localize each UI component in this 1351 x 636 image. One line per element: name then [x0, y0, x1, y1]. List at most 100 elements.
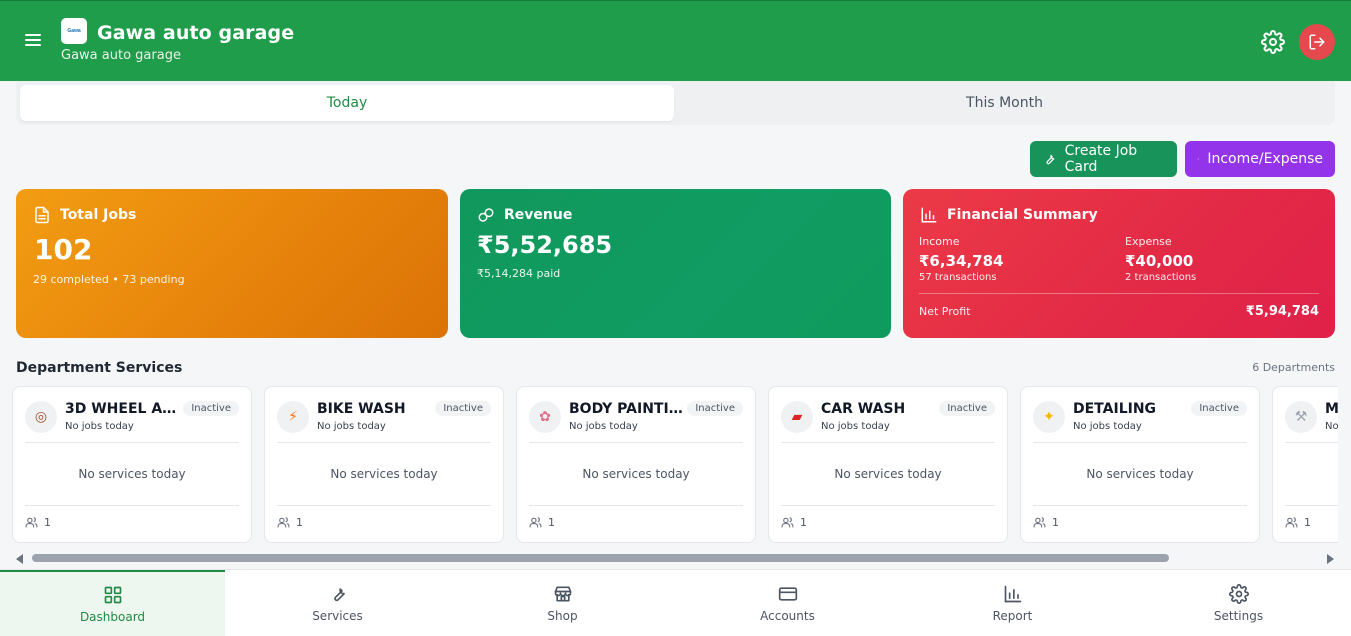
department-jobs: No jobs today: [317, 421, 386, 432]
nav-shop-label: Shop: [547, 609, 578, 623]
scrollbar-thumb[interactable]: [32, 554, 1169, 562]
expense-value: ₹40,000: [1125, 252, 1194, 270]
department-name: BIKE WASH: [317, 401, 406, 417]
users-icon: [529, 517, 542, 528]
net-profit-label: Net Profit: [919, 305, 971, 318]
department-empty-text: No services today: [582, 467, 690, 481]
revenue-card[interactable]: Revenue ₹5,52,685 ₹5,14,284 paid: [460, 189, 891, 338]
department-users: 1: [1033, 516, 1059, 529]
nav-accounts[interactable]: Accounts: [675, 570, 900, 636]
income-expense-label: Income/Expense: [1207, 151, 1323, 167]
department-jobs: No jobs today: [821, 421, 890, 432]
menu-icon[interactable]: [22, 31, 46, 51]
nav-report-label: Report: [992, 609, 1033, 623]
department-divider: [1033, 505, 1247, 506]
palette-icon: ✿: [529, 401, 561, 433]
link-icon: [478, 208, 494, 222]
department-empty-text: No services today: [78, 467, 186, 481]
nav-report[interactable]: Report: [900, 570, 1125, 636]
department-jobs: No jobs today: [1073, 421, 1142, 432]
plus-icon: [1197, 158, 1199, 160]
tab-today[interactable]: Today: [20, 85, 674, 121]
department-users: 1: [781, 516, 807, 529]
department-card[interactable]: ▰ CAR WASH No jobs today Inactive No ser…: [768, 386, 1008, 543]
department-jobs: No jobs today: [65, 421, 134, 432]
nav-settings[interactable]: Settings: [1126, 570, 1351, 636]
department-divider: [277, 442, 491, 443]
app-subtitle: Gawa auto garage: [61, 48, 181, 63]
scroll-right-icon[interactable]: [1327, 554, 1334, 564]
nav-settings-label: Settings: [1213, 609, 1264, 623]
wrench-icon: [1046, 154, 1055, 165]
department-divider: [25, 505, 239, 506]
bar-chart-icon: [921, 207, 937, 223]
nav-accounts-label: Accounts: [760, 609, 815, 623]
net-profit-value: ₹5,94,784: [1245, 304, 1319, 319]
tab-this-month[interactable]: This Month: [678, 85, 1331, 121]
department-user-count: 1: [296, 516, 303, 529]
total-jobs-card[interactable]: Total Jobs 102 29 completed • 73 pending: [16, 189, 448, 338]
department-card[interactable]: ⚡ BIKE WASH No jobs today Inactive No se…: [264, 386, 504, 543]
app-title: Gawa auto garage: [97, 22, 295, 44]
financial-summary-title: Financial Summary: [947, 207, 1098, 223]
bottom-navigation: Dashboard Services Shop Accounts Report …: [0, 569, 1351, 636]
department-services-title: Department Services: [16, 360, 183, 376]
expense-label: Expense: [1125, 235, 1172, 248]
department-user-count: 1: [548, 516, 555, 529]
department-name: M: [1325, 401, 1338, 417]
status-badge: Inactive: [435, 401, 491, 416]
department-card[interactable]: ◎ 3D WHEEL ALIG... No jobs today Inactiv…: [12, 386, 252, 543]
department-carousel[interactable]: ◎ 3D WHEEL ALIG... No jobs today Inactiv…: [12, 386, 1338, 544]
logout-button[interactable]: [1299, 24, 1335, 60]
create-job-card-button[interactable]: Create Job Card: [1030, 141, 1177, 177]
financial-divider: [919, 293, 1319, 294]
income-value: ₹6,34,784: [919, 252, 1004, 270]
department-card[interactable]: ✦ DETAILING No jobs today Inactive No se…: [1020, 386, 1260, 543]
scroll-left-icon[interactable]: [16, 554, 23, 564]
nav-dashboard-label: Dashboard: [79, 610, 146, 624]
users-icon: [277, 517, 290, 528]
department-divider: [1285, 442, 1338, 443]
department-users: 1: [277, 516, 303, 529]
department-divider: [1033, 442, 1247, 443]
nav-dashboard[interactable]: Dashboard: [0, 570, 225, 636]
department-name: 3D WHEEL ALIG...: [65, 401, 183, 417]
department-glyph: ✦: [1043, 409, 1055, 425]
department-divider: [1285, 505, 1338, 506]
settings-gear-icon[interactable]: [1261, 30, 1285, 54]
department-user-count: 1: [800, 516, 807, 529]
income-expense-button[interactable]: Income/Expense: [1185, 141, 1335, 177]
status-badge: Inactive: [939, 401, 995, 416]
department-jobs: No: [1325, 421, 1338, 432]
department-glyph: ⚡: [288, 409, 298, 425]
card-icon: [778, 587, 797, 601]
department-users: 1: [529, 516, 555, 529]
wheel-icon: ◎: [25, 401, 57, 433]
app-logo: Gawa: [61, 18, 87, 44]
financial-summary-card[interactable]: Financial Summary Income ₹6,34,784 57 tr…: [903, 189, 1335, 338]
department-card[interactable]: ⚒ M No 1: [1272, 386, 1338, 543]
revenue-title: Revenue: [504, 207, 573, 223]
revenue-detail: ₹5,14,284 paid: [477, 267, 561, 280]
department-divider: [529, 505, 743, 506]
department-user-count: 1: [1052, 516, 1059, 529]
department-glyph: ◎: [34, 409, 48, 425]
department-divider: [25, 442, 239, 443]
department-user-count: 1: [1304, 516, 1311, 529]
department-scrollbar[interactable]: [12, 551, 1338, 565]
department-divider: [529, 442, 743, 443]
total-jobs-value: 102: [34, 233, 93, 266]
income-label: Income: [919, 235, 960, 248]
department-card[interactable]: ✿ BODY PAINTING No jobs today Inactive N…: [516, 386, 756, 543]
create-job-card-label: Create Job Card: [1064, 143, 1138, 175]
income-transactions: 57 transactions: [919, 272, 997, 283]
period-tabs: Today This Month: [16, 81, 1335, 125]
nav-services-label: Services: [312, 609, 363, 623]
nav-services[interactable]: Services: [225, 570, 450, 636]
car-icon: ▰: [781, 401, 813, 433]
department-users: 1: [1285, 516, 1311, 529]
wrench-icon: [333, 588, 345, 602]
logo-text: Gawa: [67, 27, 81, 34]
nav-shop[interactable]: Shop: [450, 570, 675, 636]
status-badge: Inactive: [1191, 401, 1247, 416]
